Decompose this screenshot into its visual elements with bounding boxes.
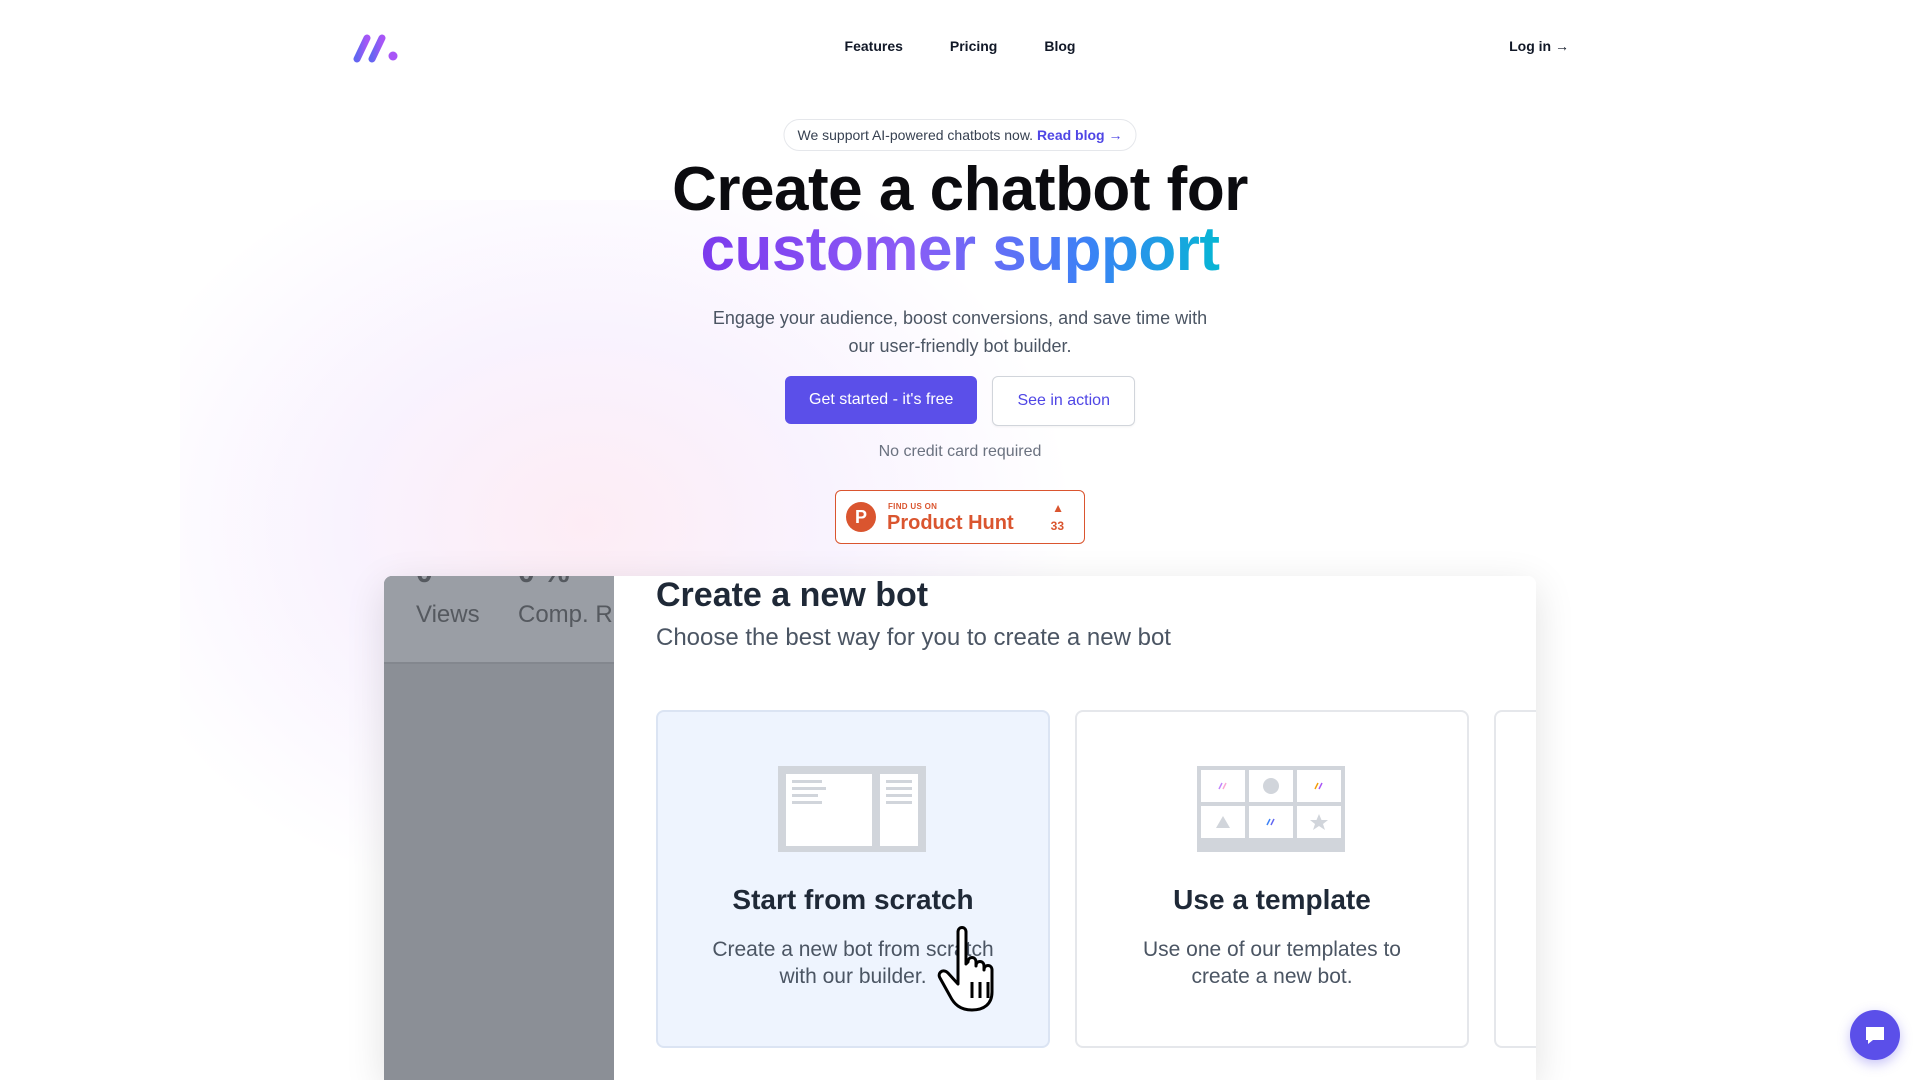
nav-features[interactable]: Features <box>845 38 903 54</box>
hand-pointer-cursor-icon <box>937 926 994 1012</box>
hero-title: Create a chatbot for customer support <box>0 155 1920 281</box>
use-template-card[interactable]: Use a template Use one of our templates … <box>1075 710 1469 1048</box>
card-description: Use one of our templates to create a new… <box>1143 938 1401 988</box>
main-nav: Features Pricing Blog <box>0 38 1920 54</box>
no-credit-card-note: No credit card required <box>878 443 1042 460</box>
nav-blog[interactable]: Blog <box>1044 38 1075 54</box>
stat-completion-value: 0 % <box>518 576 570 590</box>
product-hunt-logo-icon: P <box>846 502 876 532</box>
card-title: Start from scratch <box>732 884 974 915</box>
modal-title: Create a new bot <box>656 576 929 614</box>
upvote-count: 33 <box>1050 519 1064 533</box>
card-title: Use a template <box>1173 884 1371 915</box>
product-hunt-small-text: FIND US ON <box>888 502 938 511</box>
upvote-triangle-icon: ▲ <box>1052 501 1064 515</box>
chat-widget-button[interactable] <box>1850 1010 1900 1060</box>
chat-bubble-icon <box>1866 1027 1884 1044</box>
modal-subtitle: Choose the best way for you to create a … <box>656 624 1171 651</box>
login-link[interactable]: Log in → <box>1509 38 1569 54</box>
nav-pricing[interactable]: Pricing <box>950 38 997 54</box>
scratch-illustration-icon <box>778 766 926 852</box>
stat-completion-label: Comp. R <box>518 601 613 628</box>
template-grid-illustration-icon <box>1197 766 1345 852</box>
stat-views-value: 0 <box>416 576 433 590</box>
see-in-action-button[interactable]: See in action <box>992 376 1135 426</box>
create-bot-modal: Create a new bot Choose the best way for… <box>614 576 1536 1080</box>
stat-views-label: Views <box>416 601 480 628</box>
product-hunt-badge[interactable]: P FIND US ON Product Hunt ▲ 33 <box>835 490 1085 544</box>
dashboard-stats-bar: 0 Views 0 % Comp. R <box>384 576 614 664</box>
get-started-button[interactable]: Get started - it's free <box>785 376 978 424</box>
dashboard-background: 0 Views 0 % Comp. R <box>384 576 614 1080</box>
hero-title-line2: customer support <box>700 215 1220 284</box>
announcement-text: We support AI-powered chatbots now. <box>797 127 1034 143</box>
third-option-card-partial[interactable] <box>1494 710 1536 1048</box>
cta-row: Get started - it's free See in action <box>0 376 1920 426</box>
read-blog-link[interactable]: Read blog → <box>1037 127 1123 143</box>
announcement-badge: We support AI-powered chatbots now. Read… <box>783 119 1137 151</box>
hero-subtitle: Engage your audience, boost conversions,… <box>712 308 1208 356</box>
hero-title-line1: Create a chatbot for <box>672 155 1248 224</box>
product-hunt-name: Product Hunt <box>887 512 1014 534</box>
site-header: Features Pricing Blog Log in → <box>0 0 1920 96</box>
